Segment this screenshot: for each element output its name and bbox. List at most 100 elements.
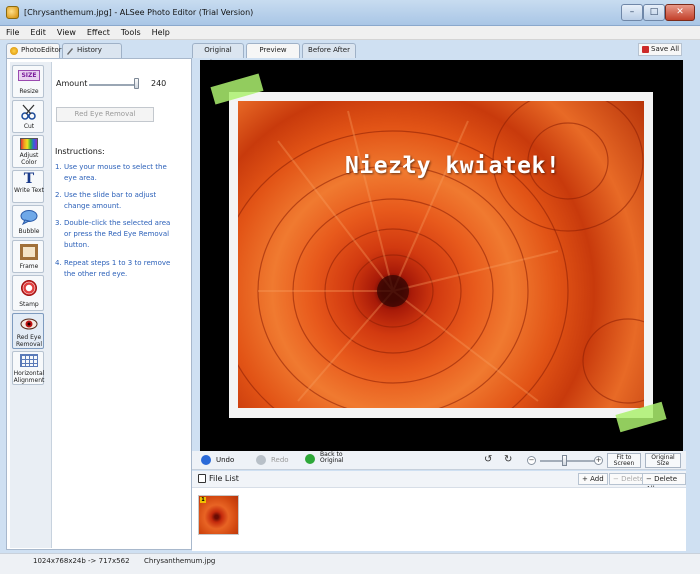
- original-size-line2: Size: [656, 460, 670, 467]
- tab-history-label: History: [77, 46, 102, 54]
- tool-cut-label: Cut: [23, 123, 35, 130]
- action-bar: Undo Redo Back to Original ↺ ↻ − + Fit t…: [192, 451, 686, 470]
- fit-to-screen-button[interactable]: Fit to Screen: [607, 453, 641, 468]
- tool-resize[interactable]: SIZE Resize: [12, 65, 44, 98]
- tab-photo-editor-label: PhotoEditor: [21, 46, 62, 54]
- tool-red-eye-removal[interactable]: Red Eye Removal: [12, 313, 44, 349]
- frame-icon: [20, 244, 38, 260]
- grid-icon: [20, 354, 38, 367]
- step-number: 3.: [55, 219, 62, 227]
- tool-resize-label: Resize: [19, 88, 39, 95]
- amount-label: Amount: [56, 79, 88, 88]
- zoom-in-icon[interactable]: +: [594, 456, 603, 465]
- red-eye-icon: [20, 317, 38, 333]
- status-bar: 1024x768x24b -> 717x562 Chrysanthemum.jp…: [0, 553, 700, 574]
- menu-view[interactable]: View: [51, 26, 81, 39]
- save-all-label: Save All: [651, 45, 680, 53]
- scissors-icon: [20, 104, 38, 120]
- tab-photo-editor[interactable]: PhotoEditor: [6, 43, 62, 58]
- file-list-icon: [198, 474, 206, 483]
- fit-line2: Screen: [613, 460, 635, 467]
- menu-edit[interactable]: Edit: [24, 26, 51, 39]
- tool-horizontal-alignment[interactable]: Horizontal Alignment: [12, 351, 44, 385]
- menu-file[interactable]: File: [0, 26, 24, 39]
- undo-icon: [201, 455, 211, 465]
- tool-frame-label: Frame: [19, 263, 39, 270]
- redo-icon: [256, 455, 266, 465]
- close-button[interactable]: ✕: [665, 4, 695, 21]
- save-icon: [642, 46, 649, 53]
- delete-label: Delete: [621, 475, 645, 483]
- tab-original-picture[interactable]: Original Picture: [192, 43, 244, 67]
- back-to-original-button[interactable]: Back to Original: [305, 452, 343, 464]
- tool-adjust-color-label: Adjust Color: [19, 152, 39, 166]
- status-dimensions: 1024x768x24b -> 717x562: [33, 557, 130, 565]
- original-size-button[interactable]: Original Size: [645, 453, 681, 468]
- rotate-right-icon[interactable]: ↻: [504, 455, 512, 465]
- tool-stamp[interactable]: Stamp: [12, 275, 44, 311]
- amount-slider-track[interactable]: [89, 84, 138, 86]
- menu-effect[interactable]: Effect: [81, 26, 115, 39]
- instruction-step: 2. Use the slide bar to adjust change am…: [55, 190, 175, 214]
- instruction-step: 4. Repeat steps 1 to 3 to remove the oth…: [55, 258, 175, 294]
- amount-slider-thumb[interactable]: [134, 78, 139, 89]
- menu-bar: File Edit View Effect Tools Help: [0, 26, 700, 40]
- window-title: [Chrysanthemum.jpg] - ALSee Photo Editor…: [24, 8, 254, 17]
- instruction-step: 1. Use your mouse to select the eye area…: [55, 162, 175, 186]
- tool-stamp-label: Stamp: [19, 301, 39, 308]
- add-file-button[interactable]: + Add: [578, 473, 608, 485]
- minimize-button[interactable]: –: [621, 4, 643, 21]
- file-list-header: File List + Add − Delete − Delete All: [192, 471, 686, 493]
- save-all-button[interactable]: Save All: [638, 43, 682, 56]
- maximize-button[interactable]: □: [643, 4, 665, 21]
- resize-icon: SIZE: [18, 70, 40, 81]
- tab-history[interactable]: History: [62, 43, 122, 58]
- menu-help[interactable]: Help: [146, 26, 175, 39]
- thumbnail-badge: 1: [200, 497, 206, 503]
- speech-bubble-icon: [20, 209, 38, 226]
- palette-icon: [20, 138, 38, 150]
- instruction-step: 3. Double-click the selected area or pre…: [55, 218, 175, 254]
- tab-preview[interactable]: Preview: [246, 43, 300, 58]
- tool-write-text[interactable]: T Write Text: [12, 170, 44, 203]
- zoom-slider-track[interactable]: [540, 460, 596, 462]
- rotate-left-icon[interactable]: ↺: [484, 455, 492, 465]
- amount-value: 240: [151, 79, 167, 88]
- menu-tools[interactable]: Tools: [115, 26, 146, 39]
- tool-bubble[interactable]: Bubble: [12, 205, 44, 238]
- add-label: Add: [590, 475, 604, 483]
- file-list-title: File List: [198, 474, 239, 483]
- tool-write-text-label: Write Text: [14, 187, 44, 194]
- tool-horizontal-alignment-label: Horizontal Alignment: [13, 370, 45, 384]
- zoom-out-icon[interactable]: −: [527, 456, 536, 465]
- app-icon[interactable]: [6, 6, 19, 19]
- undo-button[interactable]: Undo: [201, 454, 234, 466]
- delete-all-button[interactable]: − Delete All: [642, 473, 686, 493]
- file-list: 1: [192, 487, 686, 551]
- title-bar: [Chrysanthemum.jpg] - ALSee Photo Editor…: [0, 0, 700, 26]
- tool-bubble-label: Bubble: [18, 228, 40, 235]
- tool-strip: SIZE Resize Cut Adjust Color T Write Tex…: [10, 62, 52, 548]
- undo-label: Undo: [216, 456, 235, 464]
- instructions-title: Instructions:: [55, 147, 105, 156]
- red-eye-options: Amount 240 Red Eye Removal Instructions:…: [54, 62, 187, 548]
- photo-editor-panel: SIZE Resize Cut Adjust Color T Write Tex…: [6, 58, 192, 550]
- tool-frame[interactable]: Frame: [12, 240, 44, 273]
- left-tab-bar: PhotoEditor History: [6, 43, 192, 58]
- step-number: 2.: [55, 191, 62, 199]
- redo-button[interactable]: Redo: [256, 454, 289, 466]
- photo-chrysanthemum[interactable]: [238, 101, 644, 408]
- history-icon: [66, 47, 74, 55]
- file-thumbnail[interactable]: 1: [198, 495, 239, 535]
- file-list-title-text: File List: [209, 474, 239, 483]
- tool-adjust-color[interactable]: Adjust Color: [12, 135, 44, 168]
- image-caption-text[interactable]: Niezły kwiatek!: [345, 153, 560, 179]
- tool-cut[interactable]: Cut: [12, 100, 44, 133]
- step-number: 1.: [55, 163, 62, 171]
- tab-before-after[interactable]: Before After: [302, 43, 356, 58]
- stamp-icon: [21, 280, 37, 296]
- step-text: Double-click the selected area or press …: [64, 219, 171, 249]
- zoom-slider-thumb[interactable]: [562, 455, 567, 466]
- red-eye-removal-button[interactable]: Red Eye Removal: [56, 107, 154, 122]
- photo-editor-icon: [10, 47, 18, 55]
